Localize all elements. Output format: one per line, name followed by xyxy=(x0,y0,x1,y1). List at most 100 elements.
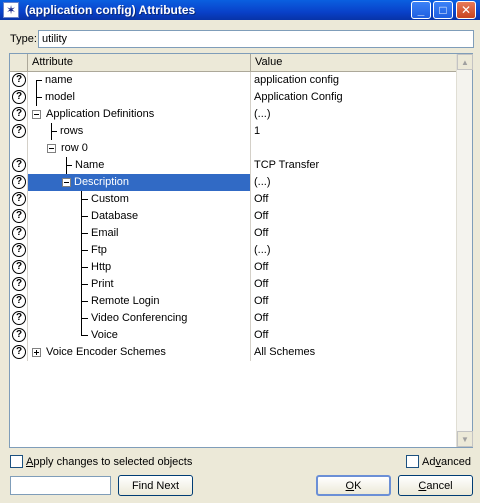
table-row[interactable]: ? Email Off xyxy=(10,225,456,242)
help-cell: ? xyxy=(10,174,28,191)
advanced-label: Advanced xyxy=(422,455,471,468)
help-cell: ? xyxy=(10,327,28,344)
apply-changes-option[interactable]: Apply changes to selected objects xyxy=(10,455,192,468)
minimize-icon: _ xyxy=(417,3,425,17)
help-icon[interactable]: ? xyxy=(12,158,26,172)
advanced-checkbox[interactable] xyxy=(406,455,419,468)
help-icon[interactable]: ? xyxy=(12,277,26,291)
help-icon[interactable]: ? xyxy=(12,328,26,342)
table-row[interactable]: ? Http Off xyxy=(10,259,456,276)
attribute-label: Video Conferencing xyxy=(91,312,188,324)
value-cell[interactable]: Off xyxy=(251,310,456,327)
table-row[interactable]: ? Custom Off xyxy=(10,191,456,208)
help-cell: ? xyxy=(10,242,28,259)
type-field[interactable]: utility xyxy=(38,30,474,48)
value-cell[interactable]: TCP Transfer xyxy=(251,157,456,174)
help-icon[interactable]: ? xyxy=(12,260,26,274)
value-column-header[interactable]: Value xyxy=(251,54,456,71)
help-icon[interactable]: ? xyxy=(12,209,26,223)
table-row[interactable]: ? Ftp (...) xyxy=(10,242,456,259)
maximize-button[interactable]: □ xyxy=(433,1,453,19)
help-cell: ? xyxy=(10,293,28,310)
find-next-button[interactable]: Find Next xyxy=(118,475,193,496)
help-cell: ? xyxy=(10,89,28,106)
collapse-icon[interactable] xyxy=(62,178,71,187)
value-cell[interactable]: 1 xyxy=(251,123,456,140)
value-cell[interactable]: Off xyxy=(251,276,456,293)
close-button[interactable]: ✕ xyxy=(456,1,476,19)
help-icon[interactable]: ? xyxy=(12,345,26,359)
title-bar[interactable]: ✶ (application config) Attributes _ □ ✕ xyxy=(0,0,480,20)
attribute-label: Application Definitions xyxy=(46,108,155,120)
advanced-option[interactable]: Advanced xyxy=(406,455,471,468)
value-cell[interactable]: (...) xyxy=(251,242,456,259)
minimize-button[interactable]: _ xyxy=(411,1,431,19)
attribute-column-header[interactable]: Attribute xyxy=(28,54,251,71)
value-cell[interactable] xyxy=(251,140,456,157)
attribute-label: model xyxy=(45,91,75,103)
table-row[interactable]: ? Remote Login Off xyxy=(10,293,456,310)
vertical-scrollbar[interactable]: ▲ ▼ xyxy=(456,54,473,447)
table-row[interactable]: ? name application config xyxy=(10,72,456,89)
value-cell[interactable]: Off xyxy=(251,225,456,242)
grid-header: Attribute Value xyxy=(10,54,456,72)
table-row[interactable]: ? Video Conferencing Off xyxy=(10,310,456,327)
help-icon[interactable]: ? xyxy=(12,90,26,104)
attribute-label: Description xyxy=(74,176,130,188)
table-row[interactable]: ? Application Definitions (...) xyxy=(10,106,456,123)
value-cell[interactable]: Off xyxy=(251,191,456,208)
expand-icon[interactable] xyxy=(32,348,41,357)
value-cell[interactable]: Off xyxy=(251,208,456,225)
help-icon[interactable]: ? xyxy=(12,294,26,308)
attribute-label: Voice xyxy=(91,329,118,341)
help-icon[interactable]: ? xyxy=(12,192,26,206)
value-cell[interactable]: (...) xyxy=(251,174,456,191)
attribute-cell: Remote Login xyxy=(28,293,251,310)
help-icon[interactable]: ? xyxy=(12,175,26,189)
value-cell[interactable]: application config xyxy=(251,72,456,89)
value-cell[interactable]: Off xyxy=(251,327,456,344)
app-icon[interactable]: ✶ xyxy=(3,2,19,18)
attribute-cell: name xyxy=(28,72,251,89)
table-row[interactable]: ? Name TCP Transfer xyxy=(10,157,456,174)
attribute-cell: Database xyxy=(28,208,251,225)
collapse-icon[interactable] xyxy=(32,110,41,119)
table-row[interactable]: ? Voice Off xyxy=(10,327,456,344)
scroll-up-button[interactable]: ▲ xyxy=(457,54,473,70)
find-input[interactable] xyxy=(10,476,111,495)
help-icon[interactable]: ? xyxy=(12,107,26,121)
table-row-selected[interactable]: ? Description (...) xyxy=(10,174,456,191)
maximize-icon: □ xyxy=(439,3,447,17)
value-cell[interactable]: (...) xyxy=(251,106,456,123)
value-cell[interactable]: All Schemes xyxy=(251,344,456,361)
value-cell[interactable]: Off xyxy=(251,293,456,310)
attribute-label: Http xyxy=(91,261,112,273)
collapse-icon[interactable] xyxy=(47,144,56,153)
help-icon[interactable]: ? xyxy=(12,243,26,257)
apply-changes-checkbox[interactable] xyxy=(10,455,23,468)
attribute-cell: Http xyxy=(28,259,251,276)
attribute-cell: Application Definitions xyxy=(28,106,251,123)
value-cell[interactable]: Off xyxy=(251,259,456,276)
help-icon[interactable]: ? xyxy=(12,311,26,325)
help-cell xyxy=(10,140,28,157)
table-row[interactable]: ? Print Off xyxy=(10,276,456,293)
table-row[interactable]: ? Database Off xyxy=(10,208,456,225)
scroll-down-button[interactable]: ▼ xyxy=(457,431,473,447)
help-icon[interactable]: ? xyxy=(12,124,26,138)
help-cell: ? xyxy=(10,259,28,276)
table-row[interactable]: ? Voice Encoder Schemes All Schemes xyxy=(10,344,456,361)
help-icon[interactable]: ? xyxy=(12,73,26,87)
attribute-label: Voice Encoder Schemes xyxy=(46,346,166,358)
help-cell: ? xyxy=(10,276,28,293)
attribute-label: Print xyxy=(91,278,114,290)
attribute-label: Remote Login xyxy=(91,295,160,307)
cancel-button[interactable]: Cancel xyxy=(398,475,473,496)
help-icon[interactable]: ? xyxy=(12,226,26,240)
table-row[interactable]: ? rows 1 xyxy=(10,123,456,140)
table-row[interactable]: ? model Application Config xyxy=(10,89,456,106)
table-row[interactable]: row 0 xyxy=(10,140,456,157)
value-cell[interactable]: Application Config xyxy=(251,89,456,106)
ok-button[interactable]: OK xyxy=(316,475,391,496)
help-cell: ? xyxy=(10,344,28,361)
